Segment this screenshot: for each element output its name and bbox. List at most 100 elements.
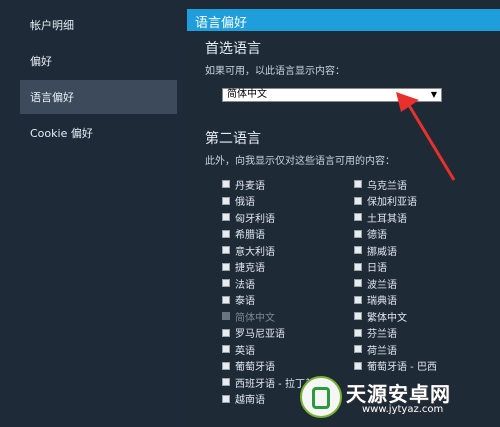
language-label: 法语 (235, 279, 255, 291)
language-checkbox-row[interactable]: 越南语 (222, 392, 265, 406)
main-panel: 语言偏好 首选语言 如果可用，以此语言显示内容： 简体中文 ▼ 第二语言 此外，… (187, 0, 500, 427)
page-title: 语言偏好 (195, 16, 248, 31)
section-header: 语言偏好 (187, 9, 500, 31)
language-label: 丹麦语 (235, 180, 265, 192)
language-label: 挪威语 (367, 246, 397, 258)
language-checkbox-row[interactable]: 英语 (222, 342, 255, 357)
language-checkbox-row[interactable]: 挪威语 (354, 243, 397, 258)
checkbox[interactable] (222, 378, 230, 386)
language-label: 英语 (235, 345, 255, 357)
language-label: 匈牙利语 (235, 213, 275, 225)
language-checkbox-row[interactable]: 俄语 (222, 194, 255, 208)
language-checkbox-row[interactable]: 捷克语 (222, 260, 265, 274)
language-label: 波兰语 (367, 279, 397, 291)
language-checkbox-row[interactable]: 荷兰语 (354, 342, 397, 357)
checkbox[interactable] (222, 229, 230, 238)
checkbox[interactable] (222, 262, 230, 271)
language-checkbox-row[interactable]: 德语 (354, 227, 387, 241)
checkbox[interactable] (354, 229, 362, 238)
language-checkbox-row[interactable]: 瑞典语 (354, 293, 397, 307)
language-checkbox-row[interactable]: 土耳其语 (354, 210, 407, 225)
language-label: 简体中文 (235, 312, 275, 324)
sidebar: 帐户明细 偏好 语言偏好 Cookie 偏好 (0, 0, 187, 427)
language-checkbox-row[interactable]: 日语 (354, 260, 387, 274)
language-checkbox-row[interactable]: 葡萄牙语 - 巴西 (354, 359, 437, 373)
primary-language-heading: 首选语言 (205, 41, 261, 57)
language-checkbox-row[interactable]: 乌克兰语 (354, 177, 407, 192)
language-label: 葡萄牙语 (235, 362, 275, 373)
sidebar-item-language-preferences[interactable]: 语言偏好 (20, 80, 177, 114)
language-label: 荷兰语 (367, 345, 397, 357)
language-checkbox-row[interactable]: 法语 (222, 276, 255, 291)
checkbox[interactable] (222, 180, 230, 188)
checkbox (222, 312, 230, 320)
language-checkbox-row[interactable]: 匈牙利语 (222, 210, 275, 225)
selected-language: 简体中文 (227, 89, 267, 100)
dropdown-arrow-icon: ▼ (430, 90, 437, 99)
checkbox[interactable] (222, 361, 230, 370)
language-checkbox-row[interactable]: 葡萄牙语 (222, 359, 275, 373)
sidebar-item-cookie-preferences[interactable]: Cookie 偏好 (20, 116, 177, 150)
checkbox[interactable] (354, 180, 362, 188)
language-label: 繁体中文 (367, 312, 407, 324)
language-label: 俄语 (235, 197, 255, 208)
checkbox[interactable] (222, 279, 230, 287)
android-logo-icon (300, 376, 342, 418)
primary-language-description: 如果可用，以此语言显示内容： (205, 66, 345, 77)
sidebar-item-label: 帐户明细 (30, 19, 74, 32)
language-label: 日语 (367, 263, 387, 274)
language-label: 芬兰语 (367, 329, 397, 340)
sidebar-item-label: 偏好 (30, 55, 52, 68)
checkbox[interactable] (354, 361, 362, 370)
watermark-url: www.jytyaz.com (362, 404, 444, 415)
secondary-language-description: 此外，向我显示仅对这些语言可用的内容： (205, 156, 395, 167)
checkbox[interactable] (354, 295, 362, 304)
annotation-arrow-shaft (405, 101, 456, 181)
language-checkbox-row[interactable]: 罗马尼亚语 (222, 326, 285, 340)
language-checkbox-row[interactable]: 希腊语 (222, 227, 265, 241)
sidebar-item-label: 语言偏好 (30, 91, 74, 104)
checkbox[interactable] (222, 196, 230, 205)
language-checkbox-row[interactable]: 波兰语 (354, 276, 397, 291)
checkbox[interactable] (354, 345, 362, 353)
language-label: 希腊语 (235, 230, 265, 241)
checkbox[interactable] (354, 246, 362, 254)
language-checkbox-row[interactable]: 意大利语 (222, 243, 275, 258)
language-label: 土耳其语 (367, 213, 407, 225)
checkbox[interactable] (222, 295, 230, 304)
watermark-text: 天源安卓网 (346, 382, 451, 406)
secondary-language-heading: 第二语言 (205, 131, 261, 147)
checkbox[interactable] (222, 394, 230, 403)
language-label: 葡萄牙语 - 巴西 (367, 362, 437, 373)
checkbox[interactable] (222, 345, 230, 353)
language-checkbox-row[interactable]: 泰语 (222, 293, 255, 307)
checkbox[interactable] (222, 213, 230, 221)
checkbox[interactable] (222, 246, 230, 254)
language-label: 越南语 (235, 395, 265, 406)
checkbox[interactable] (222, 328, 230, 337)
sidebar-item-label: Cookie 偏好 (30, 127, 93, 140)
language-checkbox-row[interactable]: 繁体中文 (354, 309, 407, 324)
language-label: 德语 (367, 230, 387, 241)
language-label: 捷克语 (235, 263, 265, 274)
checkbox[interactable] (354, 262, 362, 271)
language-label: 保加利亚语 (367, 197, 417, 208)
checkbox[interactable] (354, 312, 362, 320)
primary-language-select[interactable]: 简体中文 ▼ (222, 88, 442, 102)
language-checkbox-row[interactable]: 保加利亚语 (354, 194, 417, 208)
language-label: 泰语 (235, 296, 255, 307)
sidebar-item-account-details[interactable]: 帐户明细 (20, 8, 177, 42)
language-label: 瑞典语 (367, 296, 397, 307)
watermark: 天源安卓网 www.jytyaz.com (300, 374, 496, 424)
checkbox[interactable] (354, 213, 362, 221)
language-checkbox-row[interactable]: 丹麦语 (222, 177, 265, 192)
checkbox[interactable] (354, 328, 362, 337)
language-label: 乌克兰语 (367, 180, 407, 192)
sidebar-item-preferences[interactable]: 偏好 (20, 44, 177, 78)
language-checkbox-row: 简体中文 (222, 309, 275, 324)
checkbox[interactable] (354, 196, 362, 205)
language-checkbox-row[interactable]: 芬兰语 (354, 326, 397, 340)
language-label: 意大利语 (235, 246, 275, 258)
checkbox[interactable] (354, 279, 362, 287)
language-label: 罗马尼亚语 (235, 329, 285, 340)
